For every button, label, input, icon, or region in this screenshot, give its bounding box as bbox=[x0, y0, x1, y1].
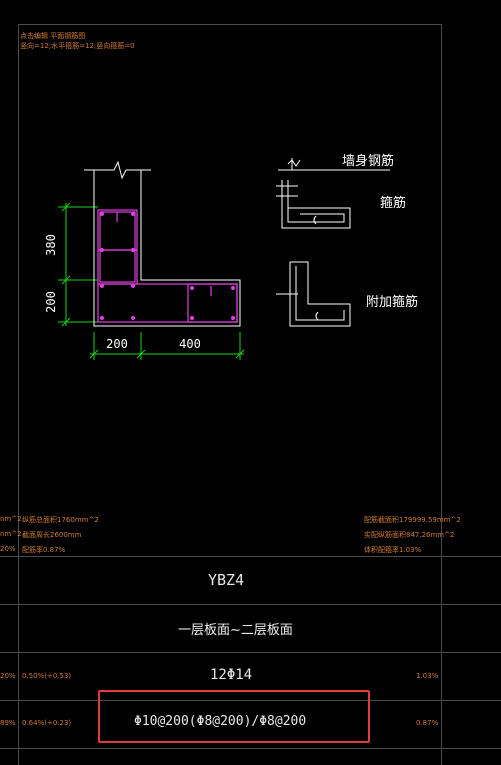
floor-range[interactable]: 一层板面~二层板面 bbox=[178, 619, 293, 638]
left-edge-3: 20% bbox=[0, 545, 16, 553]
stat-left-2: 截面周长2600mm bbox=[22, 531, 82, 539]
column-name[interactable]: YBZ4 bbox=[208, 571, 244, 589]
grid-line-row1 bbox=[0, 556, 501, 557]
rebar-bars bbox=[100, 212, 235, 320]
highlight-box bbox=[98, 690, 370, 743]
dim-h-right: 400 bbox=[179, 337, 201, 351]
grid-line-row5 bbox=[0, 748, 501, 749]
left-edge-1: nm^2 bbox=[0, 515, 22, 523]
left-edge-stirrup: 89% bbox=[0, 719, 16, 727]
stat-right-1: 配筋截面积179999.59mm^2 bbox=[364, 516, 461, 524]
grid-line-row2 bbox=[0, 604, 501, 605]
stat-left-1: 纵筋总面积1760mm^2 bbox=[22, 516, 99, 524]
dim-v-bottom: 200 bbox=[44, 291, 58, 313]
label-stirrup: 箍筋 bbox=[380, 195, 406, 211]
longitudinal-rebar[interactable]: 12Φ14 bbox=[210, 667, 252, 683]
label-wall-rebar: 墙身钢筋 bbox=[342, 153, 394, 169]
stat-right-3: 体积配箍率1.03% bbox=[364, 546, 422, 554]
label-extra-tie: 附加箍筋 bbox=[366, 294, 418, 310]
dim-h-left: 200 bbox=[106, 337, 128, 351]
rebar-stirrups bbox=[97, 209, 238, 323]
long-ratio: 0.50%(+0.53) bbox=[22, 672, 72, 680]
dim-v-top: 380 bbox=[44, 234, 58, 256]
grid-line-row3 bbox=[0, 652, 501, 653]
left-edge-2: nm^2 bbox=[0, 530, 22, 538]
stirrup-ratio-right: 0.87% bbox=[416, 719, 439, 727]
stat-right-2: 实配纵筋面积847.26mm^2 bbox=[364, 531, 455, 539]
section-drawing[interactable]: 380 200 200 400 墙身钢筋 箍筋 附加箍筋 bbox=[0, 0, 501, 500]
long-ratio-right: 1.03% bbox=[416, 672, 439, 680]
stirrup-ratio: 0.64%(+0.23) bbox=[22, 719, 72, 727]
column-outline bbox=[84, 160, 241, 327]
dimension-lines bbox=[58, 202, 245, 360]
stat-left-3: 配筋率0.87% bbox=[22, 546, 66, 554]
left-edge-rebar: 20% bbox=[0, 672, 16, 680]
